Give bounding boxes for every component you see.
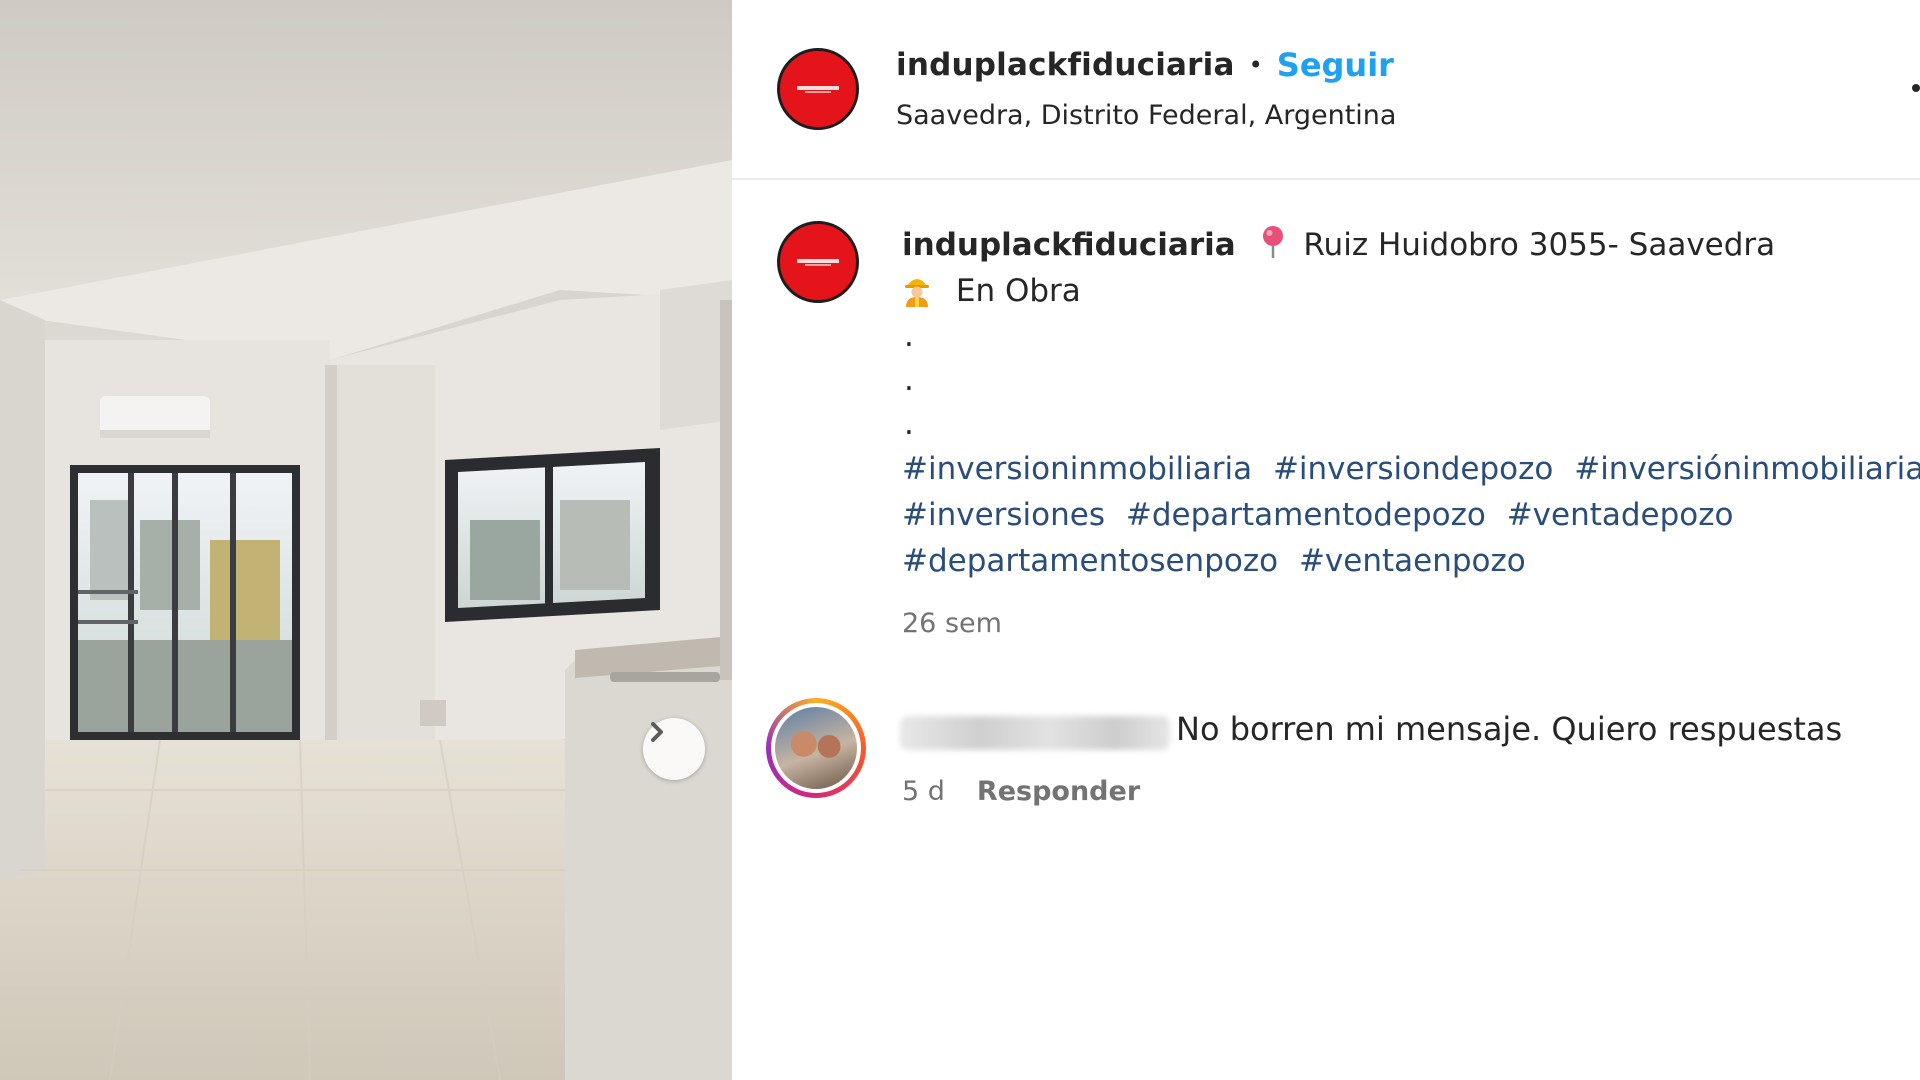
- caption-author-avatar[interactable]: [777, 221, 859, 303]
- caption-hashtags: #inversioninmobiliaria #inversiondepozo …: [902, 446, 1920, 584]
- brand-logo-icon: [797, 259, 839, 266]
- hashtag-link[interactable]: #ventaenpozo: [1299, 543, 1526, 579]
- post-details-panel: induplackfiduciaria • Seguir Saavedra, D…: [732, 0, 1920, 1080]
- caption-username[interactable]: induplackfiduciaria: [902, 227, 1236, 263]
- author-username[interactable]: induplackfiduciaria: [896, 47, 1235, 83]
- caption-first-line: induplackfiduciaria Ruiz Huidobro 3055- …: [902, 222, 1912, 268]
- reply-button[interactable]: Responder: [977, 776, 1140, 807]
- comment-meta: 5 d Responder: [902, 776, 1140, 807]
- avatar-ring-inner: [771, 703, 861, 793]
- caption-status: En Obra: [955, 273, 1081, 309]
- hashtag-link[interactable]: #inversioninmobiliaria: [902, 451, 1252, 487]
- instagram-post-view: induplackfiduciaria • Seguir Saavedra, D…: [0, 0, 1920, 1080]
- comment-text: No borren mi mensaje. Quiero respuestas: [1176, 710, 1843, 748]
- apartment-interior-photo: [0, 0, 732, 1080]
- caption-timestamp[interactable]: 26 sem: [902, 608, 1002, 639]
- more-options-icon[interactable]: [1912, 84, 1920, 92]
- comment-item: No borren mi mensaje. Quiero respuestas …: [732, 690, 1920, 820]
- post-caption: induplackfiduciaria Ruiz Huidobro 3055- …: [902, 222, 1920, 584]
- hashtag-link[interactable]: #inversiones: [902, 497, 1105, 533]
- commenter-username-blurred: [900, 716, 1170, 750]
- caption-dot-3: .: [904, 406, 914, 442]
- hashtag-link[interactable]: #inversióninmobiliaria: [1574, 451, 1920, 487]
- hashtag-link[interactable]: #inversiondepozo: [1273, 451, 1553, 487]
- hashtag-link[interactable]: #departamentosenpozo: [902, 543, 1278, 579]
- brand-logo-icon: [797, 86, 839, 93]
- post-header: induplackfiduciaria • Seguir Saavedra, D…: [732, 0, 1920, 180]
- hashtag-link[interactable]: #departamentodepozo: [1126, 497, 1486, 533]
- comment-timestamp[interactable]: 5 d: [902, 776, 945, 807]
- follow-button[interactable]: Seguir: [1277, 46, 1394, 84]
- commenter-photo: [775, 707, 857, 789]
- caption-status-line: En Obra: [902, 268, 1912, 314]
- commenter-avatar[interactable]: [766, 698, 866, 798]
- next-photo-button[interactable]: [643, 718, 705, 780]
- separator-dot: •: [1248, 51, 1263, 79]
- hashtag-line: #departamentosenpozo #ventaenpozo: [902, 538, 1912, 584]
- post-photo[interactable]: [0, 0, 732, 1080]
- hashtag-link[interactable]: #ventadepozo: [1507, 497, 1734, 533]
- caption-address: Ruiz Huidobro 3055- Saavedra: [1303, 227, 1776, 263]
- chevron-right-icon: [651, 722, 663, 742]
- round-pushpin-icon: [1262, 226, 1283, 258]
- author-row: induplackfiduciaria • Seguir: [896, 46, 1394, 84]
- author-avatar[interactable]: [777, 48, 859, 130]
- post-location[interactable]: Saavedra, Distrito Federal, Argentina: [896, 100, 1396, 131]
- caption-dot-2: .: [904, 362, 914, 398]
- construction-worker-icon: [905, 279, 929, 307]
- hashtag-line: #inversioninmobiliaria #inversiondepozo …: [902, 446, 1920, 492]
- hashtag-line: #inversiones #departamentodepozo #ventad…: [902, 492, 1912, 538]
- caption-dot-1: .: [904, 318, 914, 354]
